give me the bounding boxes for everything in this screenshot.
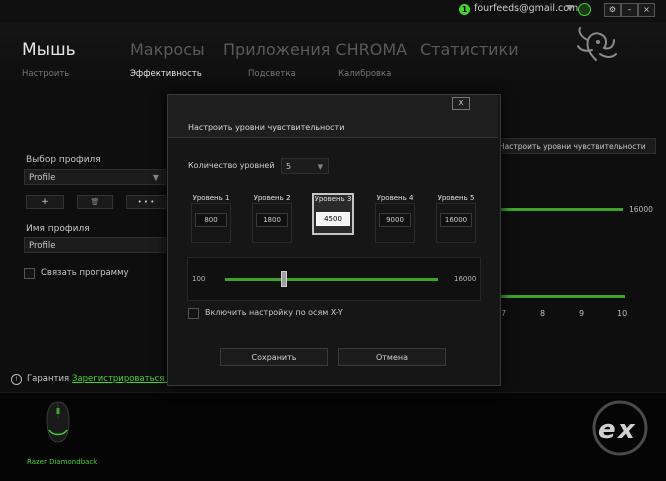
slider-max-label: 16000 xyxy=(454,275,477,283)
tab-mouse[interactable]: Мышь xyxy=(22,40,76,60)
sub-tab-bar xyxy=(0,64,666,85)
stage-1-label: Уровень 1 xyxy=(192,194,230,202)
levels-select[interactable]: 5 ▼ xyxy=(281,158,329,174)
razer-logo-icon xyxy=(577,27,617,61)
add-profile-button[interactable]: + xyxy=(26,195,64,209)
chevron-down-icon: ▼ xyxy=(317,163,323,171)
tab-statistics[interactable]: Статистики xyxy=(420,40,519,59)
device-name: Razer Diamondback xyxy=(27,458,98,466)
profile-select-value: Profile xyxy=(29,173,56,183)
stage-5-label: Уровень 5 xyxy=(437,194,475,202)
stage-2-input[interactable]: 1800 xyxy=(256,213,288,227)
xy-axis-label: Включить настройку по осям X-Y xyxy=(205,308,343,317)
dpi-slider-fill xyxy=(225,278,438,281)
subtab-performance[interactable]: Эффективность xyxy=(130,69,202,79)
delete-profile-button[interactable]: 🗑 xyxy=(77,195,113,209)
save-button[interactable]: Сохранить xyxy=(220,348,328,366)
cancel-button[interactable]: Отмена xyxy=(338,348,446,366)
stage-3-label: Уровень 3 xyxy=(314,195,352,203)
svg-text:x: x xyxy=(616,415,636,445)
chevron-down-icon: ▼ xyxy=(152,173,159,182)
tick-8: 8 xyxy=(540,309,546,318)
stage-4-label: Уровень 4 xyxy=(376,194,414,202)
minimize-button[interactable]: – xyxy=(621,3,638,17)
sync-icon[interactable] xyxy=(578,3,591,16)
mouse-device-icon[interactable] xyxy=(45,400,71,444)
profile-name-input[interactable]: Profile xyxy=(24,237,166,253)
profile-select[interactable]: Profile ▼ xyxy=(24,169,166,185)
dpi-slider-thumb[interactable] xyxy=(280,271,287,287)
acceleration-bar xyxy=(499,295,625,298)
info-icon: ! xyxy=(11,374,22,385)
register-link[interactable]: Зарегистрироваться се xyxy=(72,374,177,384)
tick-7: 7 xyxy=(501,309,507,318)
stage-2-label: Уровень 2 xyxy=(253,194,291,202)
subtab-customize[interactable]: Настроить xyxy=(22,69,69,79)
tick-9: 9 xyxy=(579,309,585,318)
link-program-label: Связать программу xyxy=(41,268,129,278)
subtab-calibration[interactable]: Калибровка xyxy=(338,69,391,79)
tab-macros[interactable]: Макросы xyxy=(130,40,205,59)
tab-chroma-apps[interactable]: Приложения CHROMA xyxy=(223,40,407,59)
dpi-slider-track[interactable] xyxy=(225,271,438,287)
settings-button[interactable]: ⚙ xyxy=(604,3,621,17)
stage-4-input[interactable]: 9000 xyxy=(379,213,411,227)
xy-axis-checkbox[interactable] xyxy=(188,308,199,319)
account-email[interactable]: fourfeeds@gmail.com xyxy=(474,3,578,14)
link-program-checkbox[interactable] xyxy=(24,268,35,279)
watermark-logo-icon: e x xyxy=(592,400,648,456)
slider-min-label: 100 xyxy=(192,275,206,283)
sensitivity-bar xyxy=(499,208,623,211)
tick-10: 10 xyxy=(617,309,628,318)
stage-5-input[interactable]: 16000 xyxy=(440,213,472,227)
stage-1-input[interactable]: 800 xyxy=(195,213,227,227)
svg-text:e: e xyxy=(598,415,616,445)
dialog-close-button[interactable]: X xyxy=(452,97,470,110)
bg-slider-max: 16000 xyxy=(629,205,653,214)
sensitivity-dropdown[interactable]: Настроить уровни чувствительности xyxy=(494,138,656,154)
device-bar xyxy=(0,392,666,481)
more-options-button[interactable]: • • • xyxy=(126,195,166,209)
close-button[interactable]: × xyxy=(638,3,655,17)
levels-select-value: 5 xyxy=(286,162,292,171)
dialog-title: Настроить уровни чувствительности xyxy=(188,123,345,132)
profile-name-label: Имя профиля xyxy=(26,224,90,234)
profile-label: Выбор профиля xyxy=(26,155,101,165)
account-dropdown-icon[interactable] xyxy=(566,5,574,11)
warranty-label: Гарантия xyxy=(27,374,70,384)
levels-label: Количество уровней xyxy=(188,161,275,170)
subtab-lighting[interactable]: Подсветка xyxy=(248,69,296,79)
notification-badge[interactable]: 1 xyxy=(459,4,470,15)
stage-3-input[interactable]: 4500 xyxy=(316,212,350,226)
